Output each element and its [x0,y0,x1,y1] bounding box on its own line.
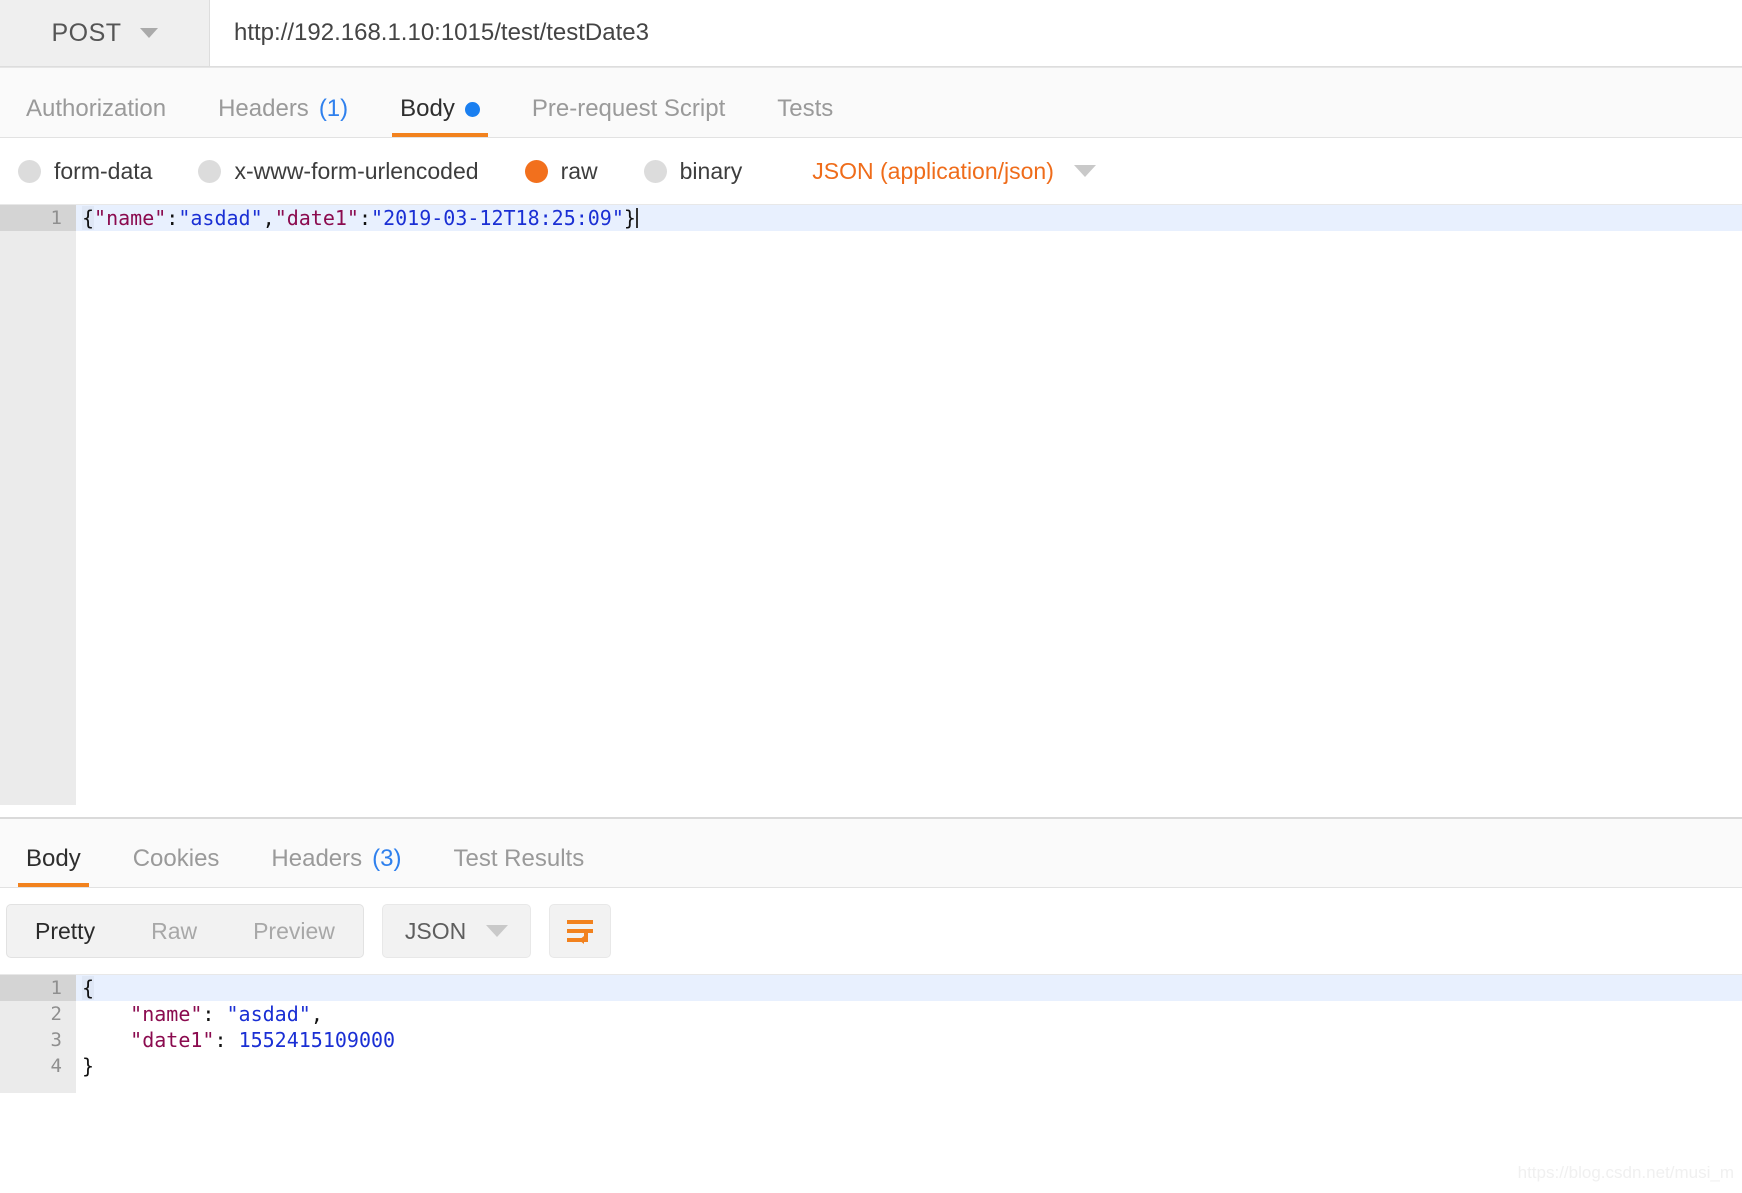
code-token: "date1" [274,206,359,230]
line-number: 1 [0,975,94,1001]
request-url-text: http://192.168.1.10:1015/test/testDate3 [234,19,649,46]
chevron-down-icon [139,28,158,38]
code-token: } [82,1054,95,1078]
request-tab-label: Pre-request Script [531,95,726,122]
body-modified-dot-icon [464,101,480,117]
view-mode-raw[interactable]: Raw [123,905,225,957]
body-type-x-www-form-urlencoded[interactable]: x-www-form-urlencoded [198,157,479,185]
code-token: , [262,206,275,230]
response-tab-label: Body [26,845,81,872]
code-line: { [76,975,1742,1001]
code-token: { [82,206,95,230]
response-editor-code: { "name": "asdad", "date1": 155241510900… [76,975,1742,1093]
text-cursor [635,208,638,228]
request-tab-authorization[interactable]: Authorization [0,95,192,137]
line-number: 2 [50,1003,62,1025]
response-tab-headers[interactable]: Headers (3) [245,845,427,887]
response-tab-count: (3) [372,845,402,872]
watermark: https://blog.csdn.net/musi_m [1517,1163,1734,1182]
word-wrap-icon [567,920,594,944]
request-tab-label: Authorization [26,95,167,122]
code-token: : [214,1028,239,1052]
line-number: 1 [0,205,76,231]
request-tab-bar: Authorization Headers (1) Body Pre-request S… [0,68,1742,138]
content-type-selector[interactable]: JSON (application/json) [812,158,1096,185]
body-type-label: x-www-form-urlencoded [234,157,479,184]
body-type-binary[interactable]: binary [643,157,743,185]
radio-unchecked-icon[interactable] [643,159,667,183]
code-token: "asdad" [178,206,263,230]
request-editor-code[interactable]: {"name":"asdad","date1":"2019-03-12T18:2… [76,205,1742,805]
code-token: "asdad" [226,1002,311,1026]
request-url-bar: POST http://192.168.1.10:1015/test/testD… [0,0,1742,68]
http-method-label: POST [51,18,122,47]
code-token: "date1" [130,1028,215,1052]
body-type-raw[interactable]: raw [524,157,598,185]
chevron-down-icon [1073,165,1096,177]
request-tab-count: (1) [318,95,349,122]
body-type-form-data[interactable]: form-data [18,158,152,185]
response-view-mode-group: Pretty Raw Preview [6,904,364,958]
code-token: "2019-03-12T18:25:09" [371,206,624,230]
response-editor-gutter: 12 3 4 [0,975,94,1093]
code-line: {"name":"asdad","date1":"2019-03-12T18:2… [76,205,1742,231]
response-tab-label: Cookies [132,845,220,872]
response-toolbar: Pretty Raw Preview JSON [0,888,1742,974]
code-token: } [623,206,636,230]
request-tab-tests[interactable]: Tests [751,95,859,137]
radio-checked-icon[interactable] [524,159,548,183]
line-number: 4 [50,1055,62,1077]
response-tab-test-results[interactable]: Test Results [427,845,610,887]
code-line: "name": "asdad", [76,1001,1742,1027]
request-tab-label: Headers [218,95,309,122]
code-token: : [166,206,179,230]
code-line: } [76,1053,1742,1079]
body-type-row: form-data x-www-form-urlencoded raw binary … [0,138,1742,204]
request-tab-label: Body [400,95,455,122]
body-type-label: form-data [54,157,153,184]
response-tab-body[interactable]: Body [0,845,107,887]
request-tab-label: Tests [777,95,834,122]
view-mode-preview[interactable]: Preview [225,905,363,957]
code-token: "name" [94,206,167,230]
response-body-editor[interactable]: 12 3 4 { "name": "asdad", "date1": 1552415… [0,974,1742,1093]
view-mode-pretty[interactable]: Pretty [7,905,123,957]
http-method-selector[interactable]: POST [0,0,210,67]
radio-unchecked-icon[interactable] [198,159,222,183]
body-type-label: raw [560,157,598,184]
chevron-down-icon [486,925,509,937]
line-number: 3 [50,1029,62,1051]
content-type-label: JSON (application/json) [812,157,1054,184]
request-tab-body[interactable]: Body [374,95,506,137]
body-type-label: binary [679,157,743,184]
radio-unchecked-icon[interactable] [18,159,41,183]
word-wrap-button[interactable] [549,904,612,958]
code-token: : [202,1002,227,1026]
request-tab-headers[interactable]: Headers (1) [192,95,374,137]
request-url-input[interactable]: http://192.168.1.10:1015/test/testDate3 [210,0,1742,67]
response-format-label: JSON [404,917,467,944]
code-token: : [358,206,372,230]
request-tab-pre-request-script[interactable]: Pre-request Script [506,95,751,137]
response-format-selector[interactable]: JSON [381,904,532,958]
code-token: , [310,1002,323,1026]
code-token: { [82,976,95,1000]
request-editor-gutter: 1 [0,205,76,805]
response-tab-bar: Body Cookies Headers (3) Test Results [0,819,1742,888]
code-line: "date1": 1552415109000 [76,1027,1742,1053]
request-body-editor[interactable]: 1 {"name":"asdad","date1":"2019-03-12T18… [0,204,1742,805]
code-token: "name" [130,1002,203,1026]
code-token: 1552415109000 [238,1028,396,1052]
response-tab-label: Test Results [453,845,585,872]
response-tab-cookies[interactable]: Cookies [107,845,246,887]
pane-divider[interactable] [0,805,1742,819]
response-tab-label: Headers [271,845,363,872]
